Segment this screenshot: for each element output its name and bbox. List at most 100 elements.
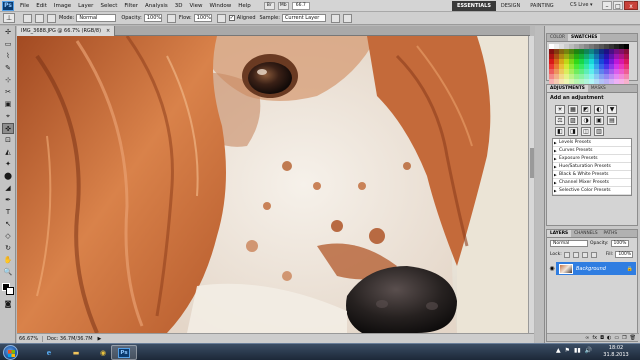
scrollbar-thumb[interactable]	[530, 148, 534, 178]
hue-saturation-icon[interactable]: ⚖	[555, 116, 565, 125]
preset-black-white[interactable]: Black & White Presets	[553, 171, 631, 179]
eyedropper-tool-icon[interactable]: ✂	[2, 87, 14, 98]
type-tool-icon[interactable]: T	[2, 207, 14, 218]
menu-filter[interactable]: Filter	[124, 3, 138, 9]
eraser-tool-icon[interactable]: ◭	[2, 147, 14, 158]
flow-field[interactable]: 100%	[193, 14, 212, 22]
menu-help[interactable]: Help	[238, 3, 251, 9]
color-balance-icon[interactable]: ▨	[568, 116, 578, 125]
crop-tool-icon[interactable]: ⊹	[2, 75, 14, 86]
volume-icon[interactable]: 🔊	[585, 347, 592, 354]
threshold-icon[interactable]: ◫	[581, 127, 591, 136]
quick-mask-icon[interactable]: ◙	[2, 299, 14, 310]
delete-layer-icon[interactable]: 🗑	[630, 335, 636, 341]
system-clock[interactable]: 18:02 31.8.2013	[598, 345, 634, 359]
zoom-level-status[interactable]: 66.67%	[17, 335, 43, 342]
background-color-swatch[interactable]	[6, 287, 14, 295]
tab-channels[interactable]: CHANNELS	[571, 230, 600, 237]
menu-view[interactable]: View	[189, 3, 202, 9]
blur-tool-icon[interactable]: ⬤	[2, 171, 14, 182]
document-canvas[interactable]	[17, 36, 528, 333]
lock-all-icon[interactable]	[590, 251, 597, 258]
pressure-opacity-icon[interactable]	[166, 13, 176, 23]
pen-tool-icon[interactable]: ✒	[2, 195, 14, 206]
mini-bridge-button[interactable]: Mb	[277, 1, 289, 10]
gradient-map-icon[interactable]: ▥	[594, 127, 604, 136]
brush-panel-toggle-icon[interactable]	[35, 13, 44, 23]
new-group-icon[interactable]: ▭	[614, 335, 619, 341]
menu-image[interactable]: Image	[54, 3, 71, 9]
marquee-tool-icon[interactable]: ▭	[2, 39, 14, 50]
vibrance-icon[interactable]: ▼	[607, 105, 617, 114]
menu-window[interactable]: Window	[210, 3, 232, 9]
menu-3d[interactable]: 3D	[175, 3, 183, 9]
exposure-icon[interactable]: ◐	[594, 105, 604, 114]
airbrush-icon[interactable]	[216, 13, 226, 23]
show-hidden-icons-icon[interactable]: ▲	[556, 347, 561, 354]
menu-edit[interactable]: Edit	[36, 3, 47, 9]
document-tab[interactable]: IMG_3688.JPG @ 66.7% (RGB/8) ×	[17, 26, 116, 36]
zoom-tool-icon[interactable]: 🔍	[2, 267, 14, 278]
tab-swatches[interactable]: SWATCHES	[568, 34, 601, 41]
layer-opacity-field[interactable]: 100%	[610, 240, 629, 247]
healing-brush-tool-icon[interactable]: ▣	[2, 99, 14, 110]
black-white-icon[interactable]: ◑	[581, 116, 591, 125]
posterize-icon[interactable]: ◨	[568, 127, 578, 136]
bridge-button[interactable]: Br	[263, 1, 275, 10]
channel-mixer-icon[interactable]: ▤	[607, 116, 617, 125]
menu-analysis[interactable]: Analysis	[145, 3, 168, 9]
new-adjustment-layer-icon[interactable]: ◐	[607, 335, 611, 341]
curves-icon[interactable]: ◩	[581, 105, 591, 114]
3d-rotate-tool-icon[interactable]: ↻	[2, 243, 14, 254]
blend-mode-select[interactable]: Normal	[550, 240, 588, 247]
workspace-essentials[interactable]: ESSENTIALS	[452, 1, 496, 11]
pressure-size-icon[interactable]	[342, 13, 352, 23]
cs-live-button[interactable]: CS Live ▾	[570, 2, 593, 8]
sample-select[interactable]: Current Layer	[281, 14, 326, 22]
brightness-contrast-icon[interactable]: ☀	[555, 105, 565, 114]
zoom-level-field[interactable]: 66.7	[291, 1, 310, 10]
tab-adjustments[interactable]: ADJUSTMENTS	[547, 85, 588, 92]
link-layers-icon[interactable]: ∞	[585, 335, 589, 341]
tab-layers[interactable]: LAYERS	[547, 230, 572, 237]
invert-icon[interactable]: ◧	[555, 127, 565, 136]
dodge-tool-icon[interactable]: ◢	[2, 183, 14, 194]
workspace-design[interactable]: DESIGN	[496, 1, 525, 11]
photoshop-taskbar-icon[interactable]: Ps	[111, 345, 137, 360]
path-selection-tool-icon[interactable]: ↖	[2, 219, 14, 230]
lock-transparency-icon[interactable]	[563, 251, 570, 258]
start-button-icon[interactable]	[3, 345, 18, 360]
workspace-painting[interactable]: PAINTING	[525, 1, 558, 11]
brush-tool-icon[interactable]: ⌖	[2, 111, 14, 122]
layer-visibility-eye-icon[interactable]: ◉	[548, 262, 556, 275]
preset-selective-color[interactable]: Selective Color Presets	[553, 187, 631, 195]
layer-background[interactable]: ◉ Background 🔒	[548, 262, 636, 275]
clone-source-panel-icon[interactable]	[47, 13, 56, 23]
mode-select[interactable]: Normal	[76, 14, 117, 22]
clone-stamp-preset-icon[interactable]: ⊥	[3, 13, 15, 23]
menu-file[interactable]: File	[20, 3, 29, 9]
opacity-field[interactable]: 100%	[143, 14, 162, 22]
lock-position-icon[interactable]	[581, 251, 588, 258]
shape-tool-icon[interactable]: ◇	[2, 231, 14, 242]
gradient-tool-icon[interactable]: ✦	[2, 159, 14, 170]
photo-filter-icon[interactable]: ▣	[594, 116, 604, 125]
preset-channel-mixer[interactable]: Channel Mixer Presets	[553, 179, 631, 187]
menu-select[interactable]: Select	[100, 3, 117, 9]
lock-pixels-icon[interactable]	[572, 251, 579, 258]
action-center-flag-icon[interactable]: ⚑	[565, 347, 570, 354]
tab-color[interactable]: COLOR	[547, 34, 568, 41]
maximize-button[interactable]: □	[613, 1, 623, 10]
file-explorer-icon[interactable]: ▬	[63, 345, 89, 360]
levels-icon[interactable]: ▦	[568, 105, 578, 114]
tab-paths[interactable]: PATHS	[601, 230, 621, 237]
add-mask-icon[interactable]: ◘	[600, 335, 604, 341]
new-layer-icon[interactable]: ❐	[622, 335, 626, 341]
preset-hue-saturation[interactable]: Hue/Saturation Presets	[553, 163, 631, 171]
layer-style-icon[interactable]: fx	[592, 335, 597, 341]
status-menu-arrow-icon[interactable]: ▶	[98, 336, 102, 342]
quick-selection-tool-icon[interactable]: ✎	[2, 63, 14, 74]
clone-stamp-tool-icon[interactable]: ✜	[2, 123, 14, 134]
lasso-tool-icon[interactable]: ⌇	[2, 51, 14, 62]
close-button[interactable]: x	[624, 1, 638, 10]
